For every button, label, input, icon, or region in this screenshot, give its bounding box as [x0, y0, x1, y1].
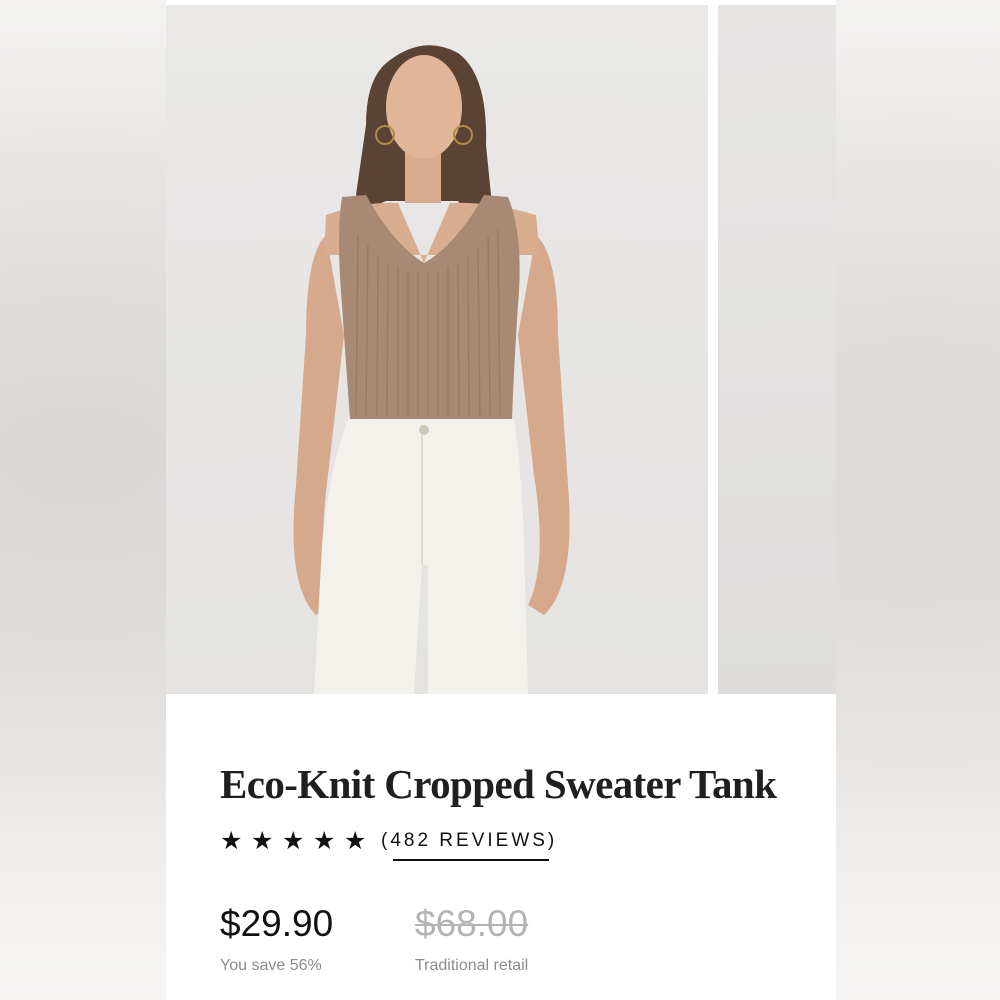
product-image-next-preview[interactable]: [718, 5, 836, 694]
star-icon: ★: [251, 827, 274, 855]
savings-text: You save 56%: [220, 957, 322, 974]
star-icon: ★: [344, 827, 367, 855]
model-photo: [293, 45, 570, 694]
star-icon: ★: [313, 827, 336, 855]
rating-row: ★ ★ ★ ★ ★ (482 REVIEWS): [220, 826, 558, 861]
product-card: Eco-Knit Cropped Sweater Tank ★ ★ ★ ★ ★ …: [166, 0, 836, 1000]
reviews-underline: [393, 859, 550, 861]
sale-price: $29.90: [220, 903, 334, 944]
product-image-main[interactable]: [166, 5, 708, 694]
star-icon: ★: [282, 827, 305, 855]
star-icon: ★: [220, 827, 243, 855]
reviews-link[interactable]: (482 REVIEWS): [381, 826, 558, 861]
retail-label: Traditional retail: [415, 957, 529, 974]
product-title: Eco-Knit Cropped Sweater Tank: [220, 761, 777, 807]
retail-price: $68.00: [415, 903, 529, 944]
reviews-label: (482 REVIEWS): [381, 830, 558, 851]
